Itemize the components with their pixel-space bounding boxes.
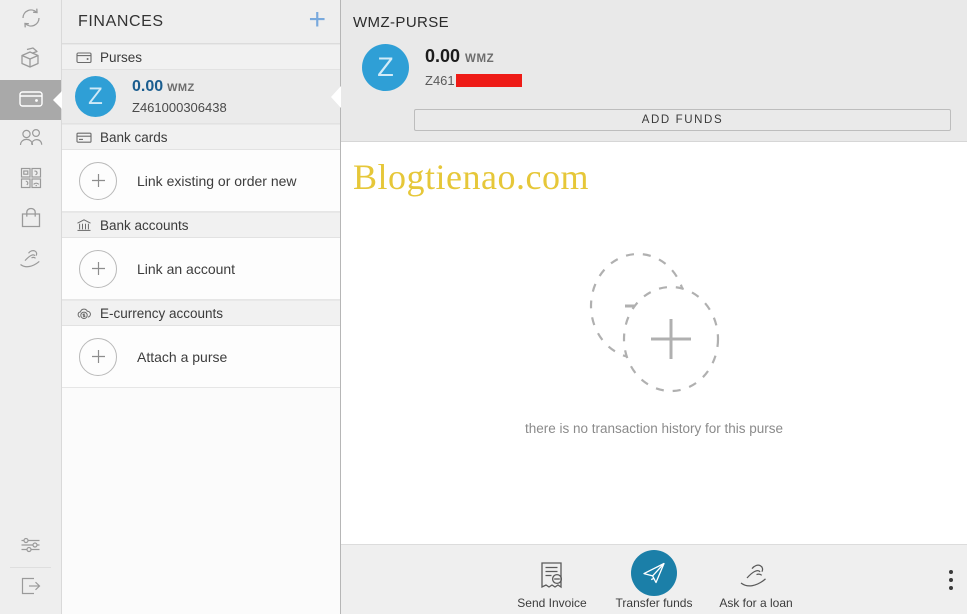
add-account-button[interactable]: +	[308, 4, 326, 35]
sliders-icon	[18, 534, 44, 561]
bottom-actions: Send Invoice Transfer funds Ask for a lo…	[341, 545, 967, 614]
hand-coin-icon	[17, 245, 45, 276]
avatar: Z	[362, 44, 409, 91]
ask-for-loan-button[interactable]: Ask for a loan	[716, 554, 796, 614]
purse-balance-value: 0.00	[132, 78, 164, 95]
purse-balance-value: 0.00	[425, 46, 461, 66]
refresh-arrows-icon	[18, 5, 44, 36]
group-label: E-currency accounts	[100, 305, 224, 321]
kebab-dot	[949, 585, 953, 590]
purse-list-item[interactable]: Z 0.00 WMZ Z461000306438	[62, 70, 341, 124]
rail-item-services[interactable]	[0, 160, 61, 200]
purse-summary-info: 0.00 WMZ Z461	[425, 47, 522, 88]
active-caret-icon	[53, 91, 62, 109]
group-header-ecurrency-accounts: E-currency accounts	[62, 300, 340, 326]
action-label: Link an account	[137, 260, 236, 277]
action-link-bank-card[interactable]: Link existing or order new	[62, 150, 340, 212]
empty-state: there is no transaction history for this…	[341, 234, 967, 436]
shopping-bag-icon	[18, 205, 44, 236]
group-header-bank-cards: Bank cards	[62, 124, 340, 150]
left-icon-rail	[0, 0, 62, 614]
rail-item-logout[interactable]	[0, 568, 61, 608]
group-header-purses: Purses	[62, 44, 340, 70]
group-label: Bank cards	[100, 129, 168, 145]
action-label: Send Invoice	[517, 596, 587, 610]
rail-top-group	[0, 0, 62, 280]
action-link-bank-account[interactable]: Link an account	[62, 238, 340, 300]
rail-item-exchange[interactable]	[0, 0, 61, 40]
avatar: Z	[75, 76, 116, 117]
action-label: Transfer funds	[615, 596, 693, 610]
watermark: Blogtienao.com	[353, 157, 589, 197]
kebab-menu-icon[interactable]	[949, 569, 953, 590]
purse-currency: WMZ	[167, 82, 195, 94]
open-box-icon	[17, 44, 45, 77]
sidebar-header: FINANCES +	[62, 0, 340, 44]
hand-coin-icon	[738, 554, 774, 596]
purse-number: Z461000306438	[132, 100, 227, 115]
purse-number-prefix: Z461	[425, 73, 455, 88]
bank-card-icon	[76, 131, 94, 144]
services-grid-icon	[18, 165, 44, 196]
plus-circle-icon	[79, 249, 117, 288]
paper-plane-icon	[631, 550, 677, 596]
purse-balance: 0.00 WMZ	[132, 78, 227, 97]
action-label: Attach a purse	[137, 348, 228, 365]
action-label: Link existing or order new	[137, 172, 297, 189]
bank-building-icon	[76, 218, 94, 232]
plus-circle-icon	[79, 161, 117, 200]
action-attach-purse[interactable]: Attach a purse	[62, 326, 340, 388]
rail-item-settings[interactable]	[0, 527, 61, 567]
collapse-chevron-icon[interactable]	[331, 85, 341, 108]
rail-item-contacts[interactable]	[0, 120, 61, 160]
people-icon	[17, 125, 45, 156]
purse-summary: Z 0.00 WMZ Z461	[351, 44, 951, 91]
invoice-icon	[535, 554, 569, 596]
send-invoice-button[interactable]: Send Invoice	[512, 554, 592, 614]
purse-detail-title: WMZ-PURSE	[353, 14, 450, 31]
cloud-dollar-icon	[76, 307, 94, 320]
wallet-icon	[16, 85, 46, 116]
exit-arrow-icon	[18, 574, 44, 603]
weboney-finances-window: FINANCES + Purses Z 0.00 WMZ Z46100030643…	[0, 0, 967, 614]
rail-spacer	[0, 280, 61, 527]
empty-state-message: there is no transaction history for this…	[524, 421, 784, 436]
rail-item-finances[interactable]	[0, 80, 62, 120]
plus-circle-icon	[79, 337, 117, 376]
purse-info: 0.00 WMZ Z461000306438	[132, 78, 227, 115]
transaction-history-area: Blogtienao.com there is no transaction h…	[341, 142, 967, 544]
main-panel: WMZ-PURSE Z 0.00 WMZ Z461 ADD FUNDS Blogt…	[341, 0, 967, 614]
group-label: Bank accounts	[100, 217, 189, 233]
action-label: Ask for a loan	[719, 596, 793, 610]
purse-detail-header: WMZ-PURSE Z 0.00 WMZ Z461 ADD FUNDS	[341, 0, 967, 142]
purse-action-bar: Send Invoice Transfer funds Ask for a lo…	[341, 544, 967, 614]
group-header-bank-accounts: Bank accounts	[62, 212, 340, 238]
purse-currency: WMZ	[465, 53, 495, 65]
add-funds-button[interactable]: ADD FUNDS	[414, 109, 951, 131]
purse-icon	[76, 51, 94, 64]
kebab-dot	[949, 577, 953, 582]
finances-sidebar: FINANCES + Purses Z 0.00 WMZ Z46100030643…	[62, 0, 341, 614]
no-transactions-illustration-icon	[559, 234, 749, 409]
group-label: Purses	[100, 49, 143, 65]
kebab-dot	[949, 569, 953, 574]
redaction-bar	[455, 74, 522, 87]
transfer-funds-button[interactable]: Transfer funds	[614, 550, 694, 614]
rail-bottom-group	[0, 527, 61, 614]
rail-item-inbox[interactable]	[0, 40, 61, 80]
rail-item-shop[interactable]	[0, 200, 61, 240]
page-title: FINANCES	[78, 12, 164, 30]
purse-balance: 0.00 WMZ	[425, 47, 522, 69]
purse-number: Z461	[425, 73, 522, 88]
rail-item-loans[interactable]	[0, 240, 61, 280]
